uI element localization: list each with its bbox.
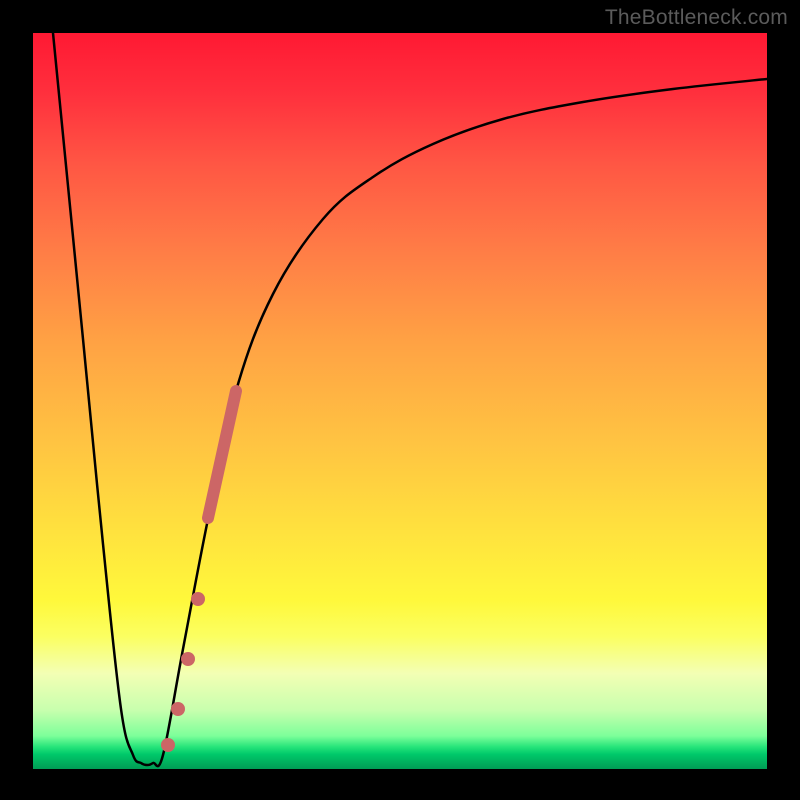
watermark-label: TheBottleneck.com: [605, 6, 788, 30]
plot-area: [33, 33, 767, 769]
highlight-dots-point: [181, 652, 195, 666]
chart-frame: TheBottleneck.com: [0, 0, 800, 800]
highlight-dots-point: [171, 702, 185, 716]
highlight-dots-point: [161, 738, 175, 752]
bottleneck-curve: [53, 33, 767, 766]
curve-layer: [33, 33, 767, 769]
highlight-dots-point: [191, 592, 205, 606]
highlight-segment: [208, 391, 236, 518]
